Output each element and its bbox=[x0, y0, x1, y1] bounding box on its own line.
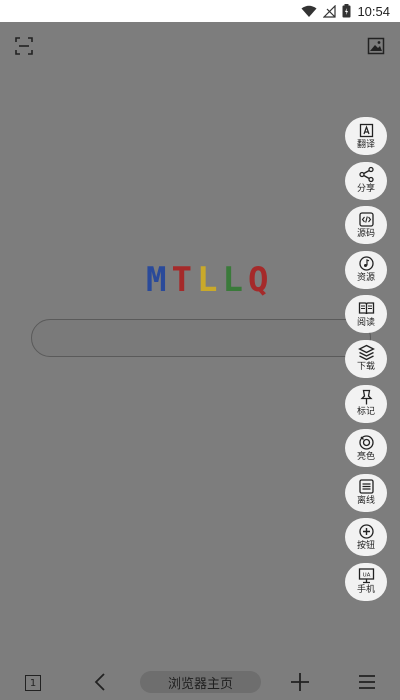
logo-letter: L bbox=[222, 260, 244, 300]
translate-label: 翻译 bbox=[356, 139, 375, 150]
eye-icon bbox=[358, 435, 374, 450]
resources-button[interactable]: 资源 bbox=[345, 250, 387, 289]
button-label: 按钮 bbox=[356, 540, 375, 551]
resources-label: 资源 bbox=[356, 273, 375, 284]
home-label: 浏览器主页 bbox=[167, 676, 233, 692]
translate-button[interactable]: 翻译 bbox=[345, 117, 387, 155]
logo-letter: M bbox=[146, 260, 168, 300]
battery-icon bbox=[342, 4, 351, 18]
source-button[interactable]: 源码 bbox=[345, 206, 387, 245]
share-button[interactable]: 分享 bbox=[345, 161, 387, 200]
hamburger-menu-icon bbox=[359, 675, 375, 689]
share-label: 分享 bbox=[356, 184, 375, 195]
translate-icon bbox=[359, 123, 373, 137]
music-note-icon bbox=[358, 256, 374, 271]
phone-label: 手机 bbox=[356, 585, 375, 596]
plus-icon bbox=[291, 673, 309, 691]
offline-label: 离线 bbox=[356, 496, 375, 507]
bookmark-button[interactable]: 标记 bbox=[345, 384, 387, 423]
logo: MTLLQ bbox=[146, 260, 269, 300]
plus-circle-icon bbox=[358, 524, 374, 539]
back-button[interactable] bbox=[90, 671, 110, 693]
code-icon bbox=[358, 212, 374, 227]
source-label: 源码 bbox=[356, 228, 375, 239]
layers-icon bbox=[357, 345, 375, 361]
share-icon bbox=[358, 166, 374, 183]
phone-button[interactable]: UA 手机 bbox=[345, 562, 387, 601]
book-icon bbox=[358, 302, 374, 314]
monitor-icon: UA bbox=[358, 568, 374, 584]
button-button[interactable]: 按钮 bbox=[345, 518, 387, 557]
menu-button[interactable] bbox=[356, 671, 378, 693]
bottom-nav: 1 浏览器主页 bbox=[0, 662, 400, 700]
browser-home-page: MTLLQ 翻译分享源码资源阅读下载标记亮色离线按钮 UA 手机 bbox=[0, 22, 400, 662]
logo-letter: T bbox=[171, 260, 193, 300]
download-label: 下载 bbox=[356, 362, 375, 373]
offline-icon bbox=[358, 479, 374, 494]
home-button[interactable]: 浏览器主页 bbox=[140, 671, 261, 693]
read-button[interactable]: 阅读 bbox=[345, 295, 387, 334]
bookmark-label: 标记 bbox=[356, 407, 375, 418]
pin-icon bbox=[359, 389, 373, 405]
tabs-button[interactable]: 1 bbox=[25, 675, 41, 691]
status-bar: 10:54 bbox=[0, 0, 400, 22]
new-tab-button[interactable] bbox=[289, 671, 311, 693]
download-button[interactable]: 下载 bbox=[345, 339, 387, 378]
image-icon[interactable] bbox=[366, 36, 386, 56]
status-time: 10:54 bbox=[357, 3, 390, 19]
logo-letter: L bbox=[196, 260, 219, 300]
brightness-label: 亮色 bbox=[356, 451, 375, 462]
offline-button[interactable]: 离线 bbox=[345, 473, 387, 512]
tool-panel: 翻译分享源码资源阅读下载标记亮色离线按钮 UA 手机 bbox=[345, 117, 387, 601]
read-label: 阅读 bbox=[356, 317, 375, 328]
no-signal-icon bbox=[323, 4, 337, 18]
scan-icon[interactable] bbox=[14, 36, 34, 56]
wifi-icon bbox=[301, 5, 317, 17]
logo-letter: Q bbox=[247, 260, 270, 300]
brightness-button[interactable]: 亮色 bbox=[345, 429, 387, 468]
chevron-left-icon bbox=[94, 673, 105, 691]
search-input[interactable] bbox=[31, 319, 371, 357]
svg-text:UA: UA bbox=[362, 573, 370, 579]
